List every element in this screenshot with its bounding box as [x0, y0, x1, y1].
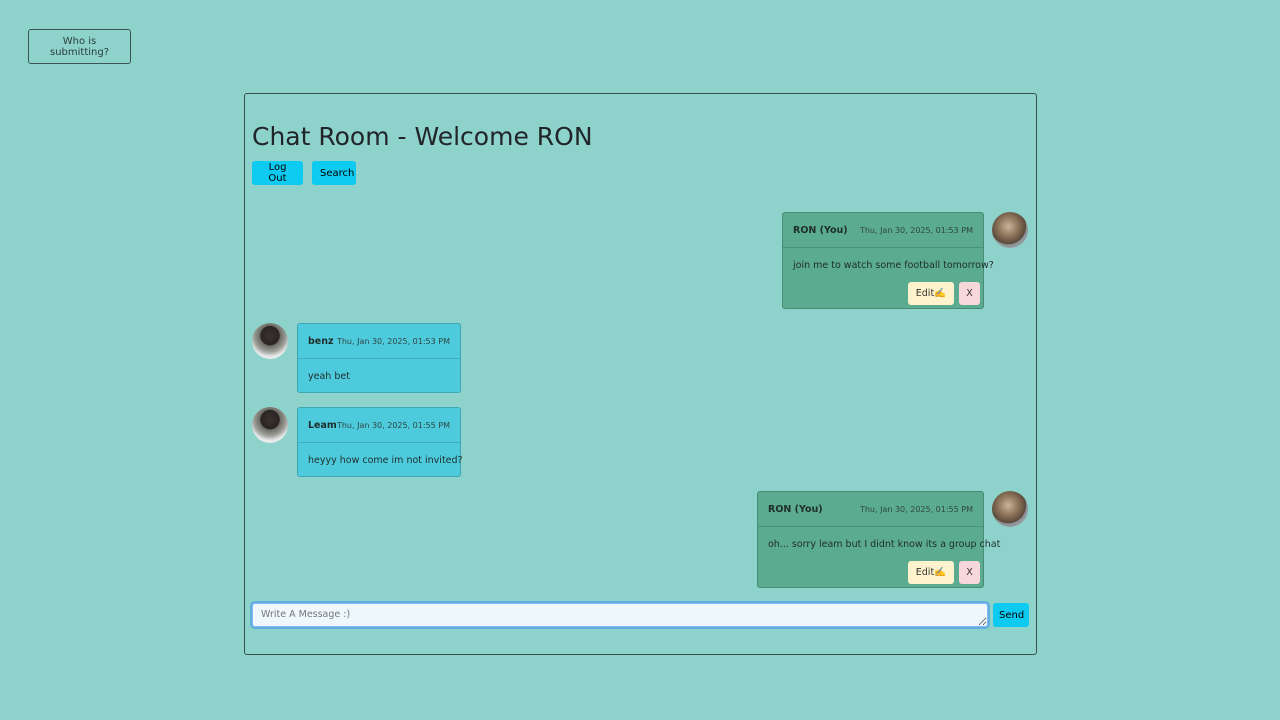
page-title: Chat Room - Welcome RON	[252, 122, 593, 151]
message-text: oh... sorry leam but I didnt know its a …	[768, 539, 1001, 550]
message-text: join me to watch some football tomorrow?	[793, 260, 994, 271]
avatar	[992, 212, 1028, 248]
message-card: RON (You) Thu, Jan 30, 2025, 01:55 PM oh…	[757, 491, 1001, 588]
message-actions: Edit✍️ X	[907, 561, 980, 584]
message-text: yeah bet	[308, 371, 350, 382]
chat-room-panel: Chat Room - Welcome RON Log Out Search R…	[244, 93, 1037, 655]
message-header: benz Thu, Jan 30, 2025, 01:53 PM	[298, 324, 460, 359]
avatar	[252, 323, 288, 359]
message-card: Leam Thu, Jan 30, 2025, 01:55 PM heyyy h…	[297, 407, 463, 477]
avatar	[252, 407, 288, 443]
edit-message-button[interactable]: Edit✍️	[907, 282, 954, 305]
message-username: RON (You)	[793, 224, 848, 236]
message-username: RON (You)	[768, 503, 823, 515]
message-timestamp: Thu, Jan 30, 2025, 01:53 PM	[336, 336, 450, 346]
message-header: Leam Thu, Jan 30, 2025, 01:55 PM	[298, 408, 460, 443]
who-is-submitting-button[interactable]: Who is submitting?	[28, 29, 131, 64]
message-actions: Edit✍️ X	[907, 282, 980, 305]
delete-message-button[interactable]: X	[959, 282, 980, 305]
message-header: RON (You) Thu, Jan 30, 2025, 01:55 PM	[758, 492, 983, 527]
message-timestamp: Thu, Jan 30, 2025, 01:53 PM	[859, 225, 973, 235]
message-card: benz Thu, Jan 30, 2025, 01:53 PM yeah be…	[297, 323, 461, 393]
message-timestamp: Thu, Jan 30, 2025, 01:55 PM	[336, 420, 450, 430]
message-input[interactable]	[252, 603, 988, 627]
message-card: RON (You) Thu, Jan 30, 2025, 01:53 PM jo…	[782, 212, 994, 309]
message-header: RON (You) Thu, Jan 30, 2025, 01:53 PM	[783, 213, 983, 248]
search-button[interactable]: Search	[312, 161, 356, 185]
message-username: Leam	[308, 419, 337, 431]
delete-message-button[interactable]: X	[959, 561, 980, 584]
avatar	[992, 491, 1028, 527]
message-text: heyyy how come im not invited?	[308, 455, 463, 466]
message-timestamp: Thu, Jan 30, 2025, 01:55 PM	[859, 504, 973, 514]
send-button[interactable]: Send	[993, 603, 1029, 627]
logout-button[interactable]: Log Out	[252, 161, 303, 185]
edit-message-button[interactable]: Edit✍️	[907, 561, 954, 584]
message-username: benz	[308, 335, 334, 347]
